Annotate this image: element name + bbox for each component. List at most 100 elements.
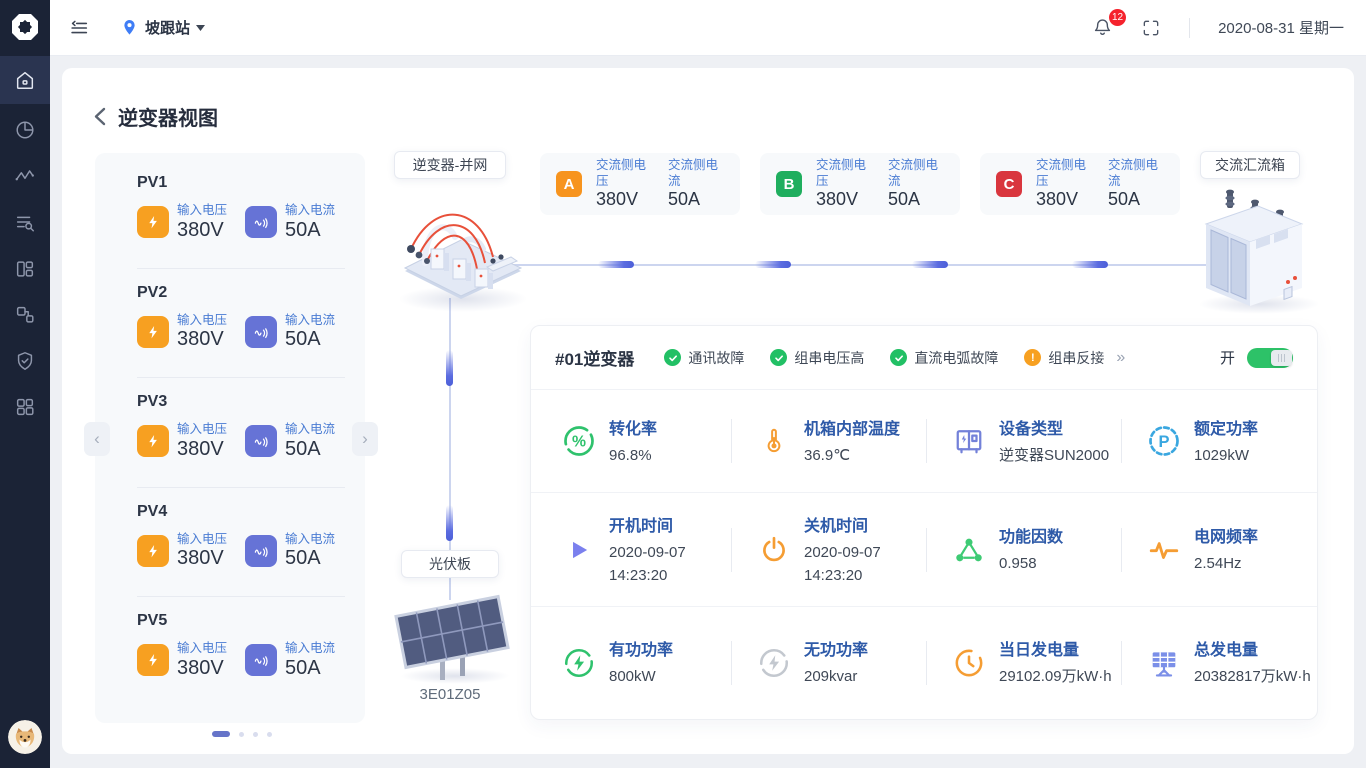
status-label: 通讯故障 — [688, 348, 744, 368]
voltage-bolt-icon — [137, 535, 169, 567]
sidebar-item-layout[interactable] — [0, 246, 50, 292]
ac-voltage-value: 380V — [1036, 189, 1088, 211]
notifications-bell-icon[interactable]: 12 — [1092, 17, 1113, 38]
status-item: 通讯故障 — [664, 348, 744, 368]
phase-b-card: B 交流侧电压380V 交流侧电流50A — [760, 153, 960, 215]
stat-active-power: 有功功率800kW — [537, 607, 732, 718]
clock-icon — [951, 646, 987, 680]
stat-internal-temperature: 机箱内部温度36.9℃ — [732, 390, 927, 492]
pv-voltage-value: 380V — [177, 438, 227, 461]
status-item: 直流电弧故障 — [890, 348, 998, 368]
energy-pulse — [912, 261, 948, 268]
pagination-dot[interactable] — [267, 732, 272, 737]
pv-item: PV4 输入电压380V 输入电流50A — [137, 488, 345, 598]
fullscreen-icon[interactable] — [1141, 18, 1161, 38]
play-icon — [561, 535, 597, 565]
pv-voltage-label: 输入电压 — [177, 532, 227, 548]
pv-list-panel: PV1 输入电压380V 输入电流50A PV2 输入电压380V — [95, 153, 365, 723]
solar-panel-icon — [1146, 646, 1182, 680]
current-wave-icon — [245, 644, 277, 676]
sidebar-item-list-search[interactable] — [0, 199, 50, 245]
power-toggle[interactable] — [1247, 348, 1293, 368]
voltage-bolt-icon — [137, 206, 169, 238]
pv-current-label: 输入电流 — [285, 641, 335, 657]
pagination-dot[interactable] — [239, 732, 244, 737]
ac-current-value: 50A — [1108, 189, 1160, 211]
pv-panel-tag: 光伏板 — [401, 550, 499, 578]
inverter-tag: 逆变器-并网 — [394, 151, 506, 179]
status-label: 组串反接 — [1048, 348, 1104, 368]
inverter-dashboard: 坡跟站 12 2020-08-31 星期一 逆变器视图 PV1 — [0, 0, 1366, 768]
status-warning-icon: ! — [1024, 349, 1041, 366]
pv-current-label: 输入电流 — [285, 532, 335, 548]
ac-voltage-label: 交流侧电压 — [1036, 157, 1088, 190]
pv-voltage-label: 输入电压 — [177, 422, 227, 438]
ac-current-label: 交流侧电流 — [1108, 157, 1160, 190]
energy-pulse — [446, 350, 453, 386]
pv-voltage-value: 380V — [177, 657, 227, 680]
ac-voltage-value: 380V — [816, 189, 868, 211]
stat-reactive-power: 无功功率209kvar — [732, 607, 927, 718]
back-icon[interactable] — [94, 107, 106, 126]
detail-header: #01逆变器 通讯故障 组串电压高 直流电弧故障 ! 组串反接 — [531, 326, 1317, 390]
sidebar — [0, 0, 50, 768]
energy-pulse — [598, 261, 634, 268]
topbar: 坡跟站 12 2020-08-31 星期一 — [50, 0, 1366, 56]
pv-name: PV1 — [137, 174, 345, 192]
phase-c-card: C 交流侧电压380V 交流侧电流50A — [980, 153, 1180, 215]
pagination-dot[interactable] — [212, 731, 230, 737]
phase-a-badge: A — [556, 171, 582, 197]
svg-text:P: P — [1158, 433, 1169, 451]
phase-a-card: A 交流侧电压380V 交流侧电流50A — [540, 153, 740, 215]
carousel-prev-button[interactable]: ‹ — [84, 422, 110, 456]
sidebar-item-shield-check[interactable] — [0, 338, 50, 384]
pv-voltage-stat: 输入电压380V — [137, 641, 227, 680]
pv-current-value: 50A — [285, 547, 335, 570]
energy-pulse — [755, 261, 791, 268]
pv-voltage-stat: 输入电压380V — [137, 203, 227, 242]
station-selector[interactable]: 坡跟站 — [120, 17, 205, 38]
pv-name: PV3 — [137, 393, 345, 411]
pv-voltage-value: 380V — [177, 219, 227, 242]
status-item: 组串电压高 — [770, 348, 864, 368]
stat-conversion-rate: % 转化率96.8% — [537, 390, 732, 492]
sidebar-item-topology[interactable] — [0, 292, 50, 338]
energy-pulse — [446, 505, 453, 541]
inverter-illustration — [395, 183, 527, 305]
svg-text:%: % — [572, 434, 586, 451]
stat-daily-generation: 当日发电量29102.09万kW·h — [927, 607, 1122, 718]
pv-current-stat: 输入电流50A — [245, 422, 335, 461]
inverter-title: #01逆变器 — [555, 345, 634, 370]
user-avatar[interactable] — [8, 720, 42, 754]
sidebar-item-pie-chart[interactable] — [0, 107, 50, 153]
pv-current-stat: 输入电流50A — [245, 641, 335, 680]
pv-voltage-label: 输入电压 — [177, 203, 227, 219]
energy-pulse — [1072, 261, 1108, 268]
stat-startup-time: 开机时间2020-09-07 14:23:20 — [537, 493, 732, 606]
pagination — [212, 731, 272, 737]
page-title: 逆变器视图 — [118, 102, 218, 131]
pv-current-stat: 输入电流50A — [245, 532, 335, 571]
pv-current-value: 50A — [285, 657, 335, 680]
status-ok-icon — [890, 349, 907, 366]
current-wave-icon — [245, 206, 277, 238]
more-statuses-icon[interactable]: » — [1116, 349, 1125, 367]
pv-item: PV3 输入电压380V 输入电流50A — [137, 378, 345, 488]
percent-circle-icon: % — [561, 423, 597, 459]
sidebar-item-activity[interactable] — [0, 153, 50, 199]
solar-panel-illustration — [392, 590, 512, 686]
collapse-menu-icon[interactable] — [68, 17, 90, 39]
pv-item: PV5 输入电压380V 输入电流50A — [137, 597, 345, 707]
pv-voltage-label: 输入电压 — [177, 641, 227, 657]
stat-shutdown-time: 关机时间2020-09-07 14:23:20 — [732, 493, 927, 606]
sidebar-item-home[interactable] — [0, 56, 50, 104]
pagination-dot[interactable] — [253, 732, 258, 737]
pv-current-value: 50A — [285, 438, 335, 461]
combiner-box-illustration — [1200, 178, 1308, 310]
carousel-next-button[interactable]: › — [352, 422, 378, 456]
pv-current-stat: 输入电流50A — [245, 203, 335, 242]
sidebar-item-apps-grid[interactable] — [0, 384, 50, 430]
ac-current-label: 交流侧电流 — [668, 157, 720, 190]
current-wave-icon — [245, 535, 277, 567]
stat-device-type: 设备类型逆变器SUN2000 — [927, 390, 1122, 492]
